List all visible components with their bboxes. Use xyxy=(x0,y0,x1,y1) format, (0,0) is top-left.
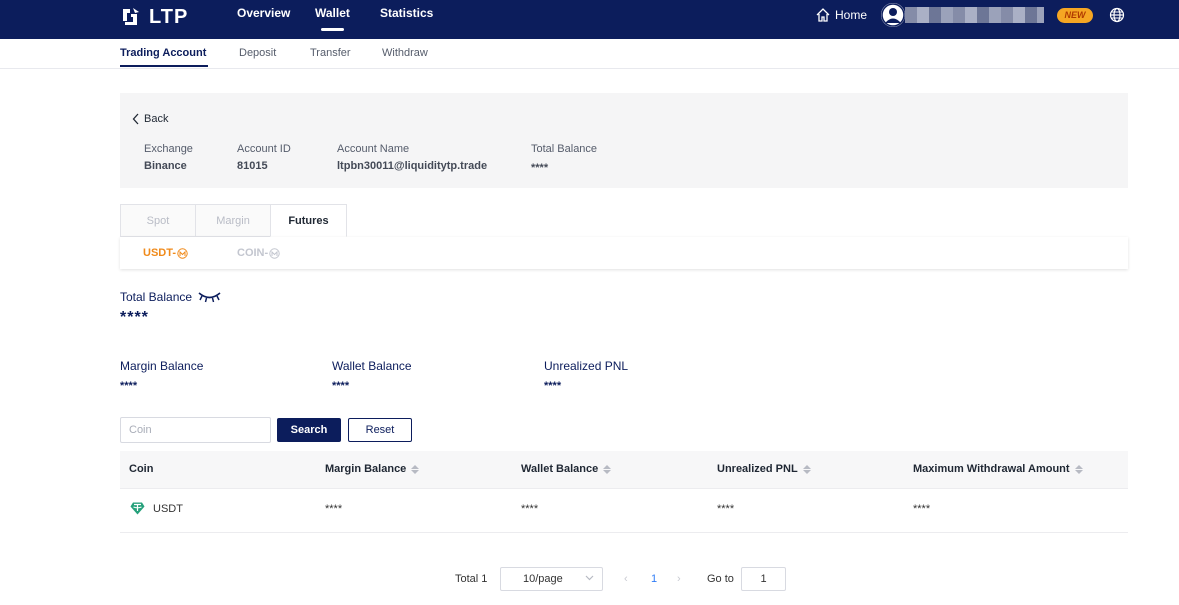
account-id-value: 81015 xyxy=(237,160,268,172)
wallet-balance-label: Wallet Balance xyxy=(332,359,412,373)
exchange-label: Exchange xyxy=(144,143,193,155)
account-total-balance-value: **** xyxy=(531,162,549,174)
balances-table: Coin Margin Balance Wallet Balance Unrea… xyxy=(120,451,1128,533)
subnav-trading-account[interactable]: Trading Account xyxy=(120,47,209,67)
max-withdrawal-cell: **** xyxy=(913,503,931,515)
account-name-field: Account Name ltpbn30011@liquiditytp.trad… xyxy=(337,143,487,172)
next-page-icon[interactable]: › xyxy=(677,573,681,585)
unrealized-pnl-cell: **** xyxy=(717,503,735,515)
chevron-down-icon xyxy=(585,575,594,581)
reset-button[interactable]: Reset xyxy=(348,418,412,442)
nav-overview[interactable]: Overview xyxy=(237,6,290,20)
exchange-value: Binance xyxy=(144,160,187,172)
back-button[interactable]: Back xyxy=(132,113,168,125)
ltp-logo-icon xyxy=(123,8,139,25)
sort-icon[interactable] xyxy=(1074,464,1083,474)
account-name-label: Account Name xyxy=(337,143,410,155)
m-circle-icon xyxy=(269,247,280,259)
column-header-wallet-balance[interactable]: Wallet Balance xyxy=(521,463,612,475)
logo-text: LTP xyxy=(149,5,189,28)
wallet-subnav: Trading Account Deposit Transfer Withdra… xyxy=(0,39,1179,69)
sort-icon[interactable] xyxy=(603,464,612,474)
nav-wallet[interactable]: Wallet xyxy=(315,6,350,31)
account-total-balance-field: Total Balance **** xyxy=(531,143,597,174)
column-header-max-withdrawal-label: Maximum Withdrawal Amount xyxy=(913,463,1070,475)
coin-search-input[interactable] xyxy=(120,417,271,443)
table-row: USDT **** **** **** **** xyxy=(120,489,1128,533)
tab-spot[interactable]: Spot xyxy=(120,204,195,237)
subnav-withdraw[interactable]: Withdraw xyxy=(382,47,428,59)
eye-closed-icon[interactable] xyxy=(198,291,221,303)
user-name-blurred xyxy=(905,7,1044,23)
ltp-logo[interactable]: LTP xyxy=(119,5,188,29)
total-balance-value: **** xyxy=(120,309,149,326)
coin-name: USDT xyxy=(153,502,183,515)
sort-icon[interactable] xyxy=(411,464,420,474)
page-size-value: 10/page xyxy=(523,573,563,585)
margin-balance-value: **** xyxy=(120,380,138,392)
user-avatar-icon xyxy=(881,3,905,27)
home-label: Home xyxy=(835,8,868,22)
tether-icon xyxy=(130,502,145,515)
wallet-balance-cell: **** xyxy=(521,503,539,515)
tab-margin[interactable]: Margin xyxy=(195,204,270,237)
column-header-margin-balance-label: Margin Balance xyxy=(325,463,407,475)
nav-statistics[interactable]: Statistics xyxy=(380,6,433,20)
tab-usdt-m[interactable]: USDT- xyxy=(143,247,188,259)
prev-page-icon[interactable]: ‹ xyxy=(624,573,628,585)
tab-coin-m[interactable]: COIN- xyxy=(237,247,280,259)
margin-balance-cell: **** xyxy=(325,503,343,515)
unrealized-pnl-value: **** xyxy=(544,380,562,392)
futures-type-tabs: USDT- COIN- xyxy=(120,237,1128,269)
column-header-wallet-balance-label: Wallet Balance xyxy=(521,463,599,475)
total-balance-label: Total Balance xyxy=(120,290,193,304)
account-id-field: Account ID 81015 xyxy=(237,143,291,172)
subnav-transfer[interactable]: Transfer xyxy=(310,47,351,59)
account-id-label: Account ID xyxy=(237,143,291,155)
tab-usdt-m-label: USDT- xyxy=(143,247,176,259)
total-balance-heading: Total Balance xyxy=(120,290,221,304)
margin-balance-label: Margin Balance xyxy=(120,359,204,373)
back-label: Back xyxy=(144,113,169,125)
account-total-balance-label: Total Balance xyxy=(531,143,598,155)
column-header-max-withdrawal[interactable]: Maximum Withdrawal Amount xyxy=(913,463,1083,475)
exchange-field: Exchange Binance xyxy=(144,143,193,172)
table-header: Coin Margin Balance Wallet Balance Unrea… xyxy=(120,451,1128,489)
column-header-coin: Coin xyxy=(129,463,153,475)
column-header-unrealized-pnl[interactable]: Unrealized PNL xyxy=(717,463,811,475)
subnav-deposit[interactable]: Deposit xyxy=(239,47,276,59)
home-icon xyxy=(816,8,830,22)
coin-cell: USDT xyxy=(130,502,183,515)
user-avatar[interactable] xyxy=(881,3,905,27)
account-type-tabs: Spot Margin Futures xyxy=(120,204,347,237)
unrealized-pnl-label: Unrealized PNL xyxy=(544,359,629,373)
globe-icon[interactable] xyxy=(1109,7,1125,23)
goto-label: Go to xyxy=(707,573,734,585)
column-header-coin-label: Coin xyxy=(129,463,154,475)
sort-icon[interactable] xyxy=(802,464,811,474)
goto-page-input[interactable] xyxy=(741,567,786,591)
column-header-unrealized-pnl-label: Unrealized PNL xyxy=(717,463,798,475)
tab-futures[interactable]: Futures xyxy=(270,204,347,237)
column-header-margin-balance[interactable]: Margin Balance xyxy=(325,463,420,475)
account-info-card: Back Exchange Binance Account ID 81015 A… xyxy=(120,93,1128,188)
pagination-total: Total 1 xyxy=(455,573,488,585)
page-size-select[interactable]: 10/page xyxy=(500,567,603,591)
m-circle-icon xyxy=(177,247,188,259)
new-badge[interactable]: NEW xyxy=(1057,8,1093,23)
tab-coin-m-label: COIN- xyxy=(237,247,269,259)
search-button[interactable]: Search xyxy=(277,418,341,442)
page-number-current[interactable]: 1 xyxy=(651,573,657,585)
home-link[interactable]: Home xyxy=(815,7,867,23)
chevron-left-icon xyxy=(132,113,139,125)
wallet-balance-value: **** xyxy=(332,380,350,392)
account-name-value: ltpbn30011@liquiditytp.trade xyxy=(337,160,488,172)
top-navbar: LTP Overview Wallet Statistics Home NEW xyxy=(0,0,1179,39)
